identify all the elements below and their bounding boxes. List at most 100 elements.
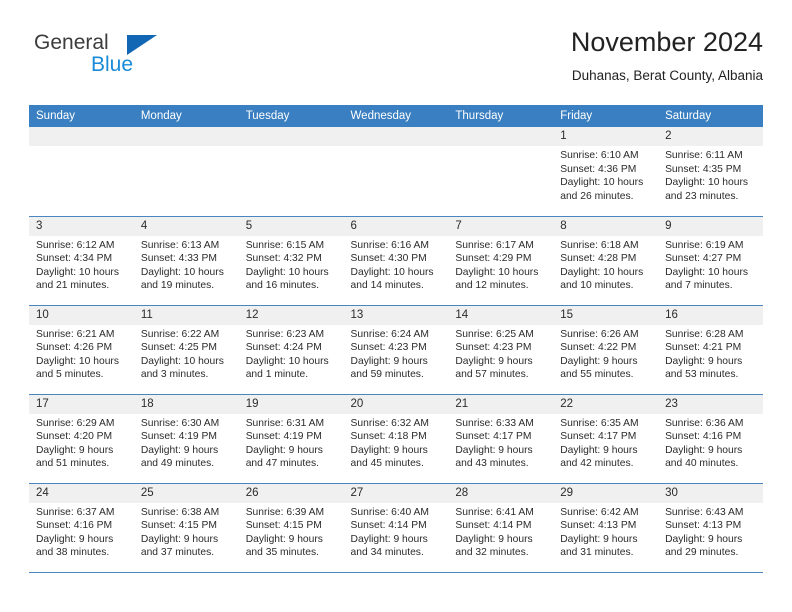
calendar-day-cell[interactable]: 24 Sunrise: 6:37 AM Sunset: 4:16 PM Dayligh… <box>29 483 134 573</box>
calendar-day-cell[interactable]: 30 Sunrise: 6:43 AM Sunset: 4:13 PM Dayligh… <box>658 483 763 573</box>
calendar-day-cell[interactable]: 18 Sunrise: 6:30 AM Sunset: 4:19 PM Dayligh… <box>133 394 239 484</box>
calendar-week-row: 3 Sunrise: 6:12 AM Sunset: 4:34 PM Daylight… <box>29 216 763 306</box>
sunrise-text: Sunrise: 6:15 AM <box>245 239 325 251</box>
day-number: 10 <box>29 305 134 325</box>
calendar-day-cell[interactable]: 15 Sunrise: 6:26 AM Sunset: 4:22 PM Dayligh… <box>553 305 659 395</box>
sunrise-text: Sunrise: 6:29 AM <box>36 417 115 429</box>
day-number: 28 <box>448 483 554 503</box>
calendar-day-cell[interactable]: 22 Sunrise: 6:35 AM Sunset: 4:17 PM Dayligh… <box>553 394 659 484</box>
sunrise-text: Sunrise: 6:24 AM <box>350 328 429 340</box>
sunset-text: Sunset: 4:20 PM <box>36 431 113 442</box>
sunrise-text: Sunrise: 6:42 AM <box>560 506 639 518</box>
calendar-day-cell-empty <box>29 127 134 217</box>
day-number: 11 <box>133 305 239 325</box>
daylight-text: Daylight: 9 hours and 43 minutes. <box>455 444 533 470</box>
daylight-text: Daylight: 9 hours and 51 minutes. <box>36 444 114 470</box>
calendar-day-cell[interactable]: 10 Sunrise: 6:21 AM Sunset: 4:26 PM Dayligh… <box>29 305 134 395</box>
calendar-day-cell[interactable]: 27 Sunrise: 6:40 AM Sunset: 4:14 PM Dayligh… <box>343 483 449 573</box>
sunset-text: Sunset: 4:15 PM <box>245 520 322 531</box>
sunset-text: Sunset: 4:27 PM <box>665 253 742 264</box>
sunrise-text: Sunrise: 6:11 AM <box>665 150 743 161</box>
calendar-day-cell-empty <box>238 127 344 217</box>
calendar-day-cell[interactable]: 21 Sunrise: 6:33 AM Sunset: 4:17 PM Dayligh… <box>448 394 554 484</box>
calendar-day-cell[interactable]: 4 Sunrise: 6:13 AM Sunset: 4:33 PM Daylight… <box>133 216 239 306</box>
sunrise-text: Sunrise: 6:31 AM <box>245 417 325 429</box>
calendar-day-cell[interactable]: 29 Sunrise: 6:42 AM Sunset: 4:13 PM Dayligh… <box>553 483 659 573</box>
calendar-day-cell[interactable]: 2 Sunrise: 6:11 AM Sunset: 4:35 PM Daylight… <box>658 127 763 217</box>
calendar-day-cell[interactable]: 14 Sunrise: 6:25 AM Sunset: 4:23 PM Dayligh… <box>448 305 554 395</box>
daylight-text: Daylight: 9 hours and 32 minutes. <box>455 533 533 559</box>
daylight-text: Daylight: 9 hours and 40 minutes. <box>665 444 743 470</box>
sunset-text: Sunset: 4:35 PM <box>665 163 742 175</box>
day-details: Sunrise: 6:26 AM Sunset: 4:22 PM Daylight:… <box>553 325 658 382</box>
sunrise-text: Sunrise: 6:37 AM <box>36 506 115 518</box>
day-number: 23 <box>658 394 763 414</box>
day-number <box>133 127 239 146</box>
sunrise-text: Sunrise: 6:26 AM <box>560 328 639 340</box>
weekday-header-friday: Friday <box>553 105 659 127</box>
calendar-day-cell[interactable]: 12 Sunrise: 6:23 AM Sunset: 4:24 PM Dayligh… <box>238 305 344 395</box>
sunset-text: Sunset: 4:16 PM <box>36 520 113 531</box>
calendar-day-cell[interactable]: 7 Sunrise: 6:17 AM Sunset: 4:29 PM Daylight… <box>448 216 554 306</box>
daylight-text: Daylight: 9 hours and 49 minutes. <box>140 444 219 470</box>
page-title: November 2024 <box>570 27 763 57</box>
daylight-text: Daylight: 9 hours and 59 minutes. <box>350 355 428 381</box>
sunrise-text: Sunrise: 6:25 AM <box>455 328 534 340</box>
sunrise-text: Sunrise: 6:35 AM <box>560 417 639 429</box>
day-details: Sunrise: 6:17 AM Sunset: 4:29 PM Daylight:… <box>448 236 553 293</box>
day-details: Sunrise: 6:12 AM Sunset: 4:34 PM Daylight:… <box>29 236 134 293</box>
calendar-day-cell[interactable]: 9 Sunrise: 6:19 AM Sunset: 4:27 PM Daylight… <box>658 216 763 306</box>
sunset-text: Sunset: 4:36 PM <box>560 163 637 175</box>
calendar-week-row: 17 Sunrise: 6:29 AM Sunset: 4:20 PM Dayligh… <box>29 394 763 484</box>
title-block: November 2024 Duhanas, Berat County, Alb… <box>570 27 763 82</box>
calendar-day-cell[interactable]: 28 Sunrise: 6:41 AM Sunset: 4:14 PM Dayligh… <box>448 483 554 573</box>
sunrise-text: Sunrise: 6:23 AM <box>245 328 325 340</box>
sunrise-text: Sunrise: 6:22 AM <box>140 328 220 340</box>
calendar-day-cell[interactable]: 11 Sunrise: 6:22 AM Sunset: 4:25 PM Dayligh… <box>133 305 239 395</box>
daylight-text: Daylight: 9 hours and 55 minutes. <box>560 355 638 381</box>
day-number: 16 <box>658 305 763 325</box>
calendar-day-cell[interactable]: 19 Sunrise: 6:31 AM Sunset: 4:19 PM Dayligh… <box>238 394 344 484</box>
sunrise-text: Sunrise: 6:12 AM <box>36 239 115 251</box>
day-details: Sunrise: 6:21 AM Sunset: 4:26 PM Daylight:… <box>29 325 134 382</box>
sunrise-text: Sunrise: 6:17 AM <box>455 239 534 251</box>
day-number: 18 <box>133 394 239 414</box>
day-details: Sunrise: 6:38 AM Sunset: 4:15 PM Daylight:… <box>134 503 239 560</box>
calendar-day-cell[interactable]: 5 Sunrise: 6:15 AM Sunset: 4:32 PM Daylight… <box>238 216 344 306</box>
daylight-text: Daylight: 10 hours and 3 minutes. <box>140 355 224 381</box>
calendar-day-cell[interactable]: 17 Sunrise: 6:29 AM Sunset: 4:20 PM Dayligh… <box>29 394 134 484</box>
sunset-text: Sunset: 4:32 PM <box>245 253 322 264</box>
calendar-day-cell[interactable]: 1 Sunrise: 6:10 AM Sunset: 4:36 PM Daylight… <box>553 127 659 217</box>
calendar-day-cell[interactable]: 26 Sunrise: 6:39 AM Sunset: 4:15 PM Dayligh… <box>238 483 344 573</box>
calendar-day-cell[interactable]: 8 Sunrise: 6:18 AM Sunset: 4:28 PM Daylight… <box>553 216 659 306</box>
sunset-text: Sunset: 4:18 PM <box>350 431 427 442</box>
day-number: 2 <box>658 127 763 146</box>
sunrise-text: Sunrise: 6:30 AM <box>140 417 220 429</box>
calendar-day-cell[interactable]: 13 Sunrise: 6:24 AM Sunset: 4:23 PM Dayligh… <box>343 305 449 395</box>
day-number <box>238 127 344 146</box>
day-number: 25 <box>133 483 239 503</box>
calendar-day-cell[interactable]: 20 Sunrise: 6:32 AM Sunset: 4:18 PM Dayligh… <box>343 394 449 484</box>
day-details: Sunrise: 6:23 AM Sunset: 4:24 PM Daylight:… <box>239 325 344 382</box>
sunset-text: Sunset: 4:25 PM <box>140 342 217 353</box>
sunset-text: Sunset: 4:23 PM <box>455 342 532 353</box>
sunset-text: Sunset: 4:22 PM <box>560 342 637 353</box>
sunrise-text: Sunrise: 6:10 AM <box>560 150 639 161</box>
day-details: Sunrise: 6:42 AM Sunset: 4:13 PM Daylight:… <box>553 503 658 560</box>
calendar-day-cell[interactable]: 16 Sunrise: 6:28 AM Sunset: 4:21 PM Dayligh… <box>658 305 763 395</box>
general-blue-logo: General Blue <box>29 32 229 88</box>
calendar-day-cell[interactable]: 23 Sunrise: 6:36 AM Sunset: 4:16 PM Dayligh… <box>658 394 763 484</box>
day-details: Sunrise: 6:36 AM Sunset: 4:16 PM Daylight:… <box>658 414 763 471</box>
day-details: Sunrise: 6:29 AM Sunset: 4:20 PM Daylight:… <box>29 414 134 471</box>
calendar-header-row: Sunday Monday Tuesday Wednesday Thursday Frid… <box>29 105 763 127</box>
sunrise-text: Sunrise: 6:33 AM <box>455 417 534 429</box>
weekday-headers: Sunday Monday Tuesday Wednesday Thursday Frid… <box>29 105 763 127</box>
daylight-text: Daylight: 10 hours and 23 minutes. <box>665 177 749 202</box>
day-details: Sunrise: 6:28 AM Sunset: 4:21 PM Daylight:… <box>658 325 763 382</box>
calendar-day-cell[interactable]: 3 Sunrise: 6:12 AM Sunset: 4:34 PM Daylight… <box>29 216 134 306</box>
sunset-text: Sunset: 4:34 PM <box>36 253 113 264</box>
day-number: 20 <box>343 394 449 414</box>
calendar-day-cell[interactable]: 6 Sunrise: 6:16 AM Sunset: 4:30 PM Daylight… <box>343 216 449 306</box>
daylight-text: Daylight: 9 hours and 37 minutes. <box>140 533 219 559</box>
calendar-day-cell[interactable]: 25 Sunrise: 6:38 AM Sunset: 4:15 PM Dayligh… <box>133 483 239 573</box>
